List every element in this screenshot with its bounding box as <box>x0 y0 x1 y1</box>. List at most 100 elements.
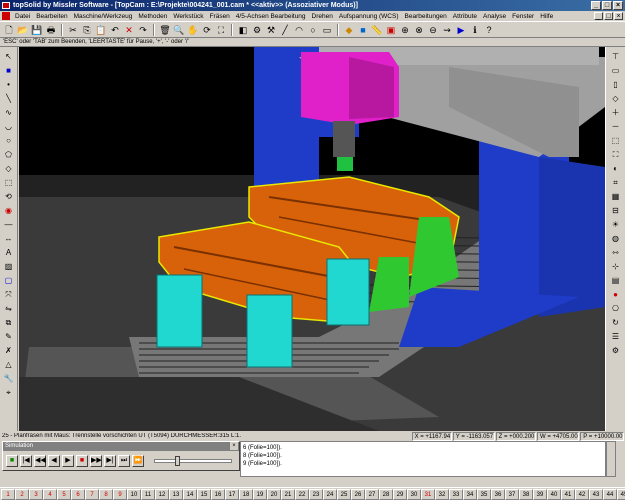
close-button[interactable]: × <box>613 1 623 10</box>
sim-back-button[interactable]: ◀ <box>48 455 60 467</box>
measure-distance-icon[interactable]: ⇿ <box>610 247 622 258</box>
info-icon[interactable]: ℹ <box>469 24 481 36</box>
log-scrollbar[interactable] <box>606 441 616 477</box>
menu-analyse[interactable]: Analyse <box>480 13 509 20</box>
dimension-icon[interactable]: ↔ <box>3 233 15 244</box>
line-icon[interactable]: ╱ <box>279 24 291 36</box>
tab-19[interactable]: 19 <box>253 488 267 500</box>
tab-13[interactable]: 13 <box>169 488 183 500</box>
tab-7[interactable]: 7 <box>85 488 99 500</box>
simulation-close-button[interactable]: × <box>230 442 238 450</box>
zoom-icon[interactable]: 🔍 <box>173 24 185 36</box>
axis-icon[interactable]: ⊹ <box>610 261 622 272</box>
cancel-icon[interactable]: ✕ <box>123 24 135 36</box>
menu-drehen[interactable]: Drehen <box>309 13 336 20</box>
record-icon[interactable]: ● <box>610 289 622 300</box>
delete-tool-icon[interactable]: ✗ <box>3 345 15 356</box>
drill-icon[interactable]: ⊗ <box>413 24 425 36</box>
sim-fast-back-button[interactable]: ◀◀ <box>34 455 46 467</box>
undo-icon[interactable]: ↶ <box>109 24 121 36</box>
tab-15[interactable]: 15 <box>197 488 211 500</box>
polygon-icon[interactable]: ⬠ <box>3 149 15 160</box>
sim-pause-button[interactable]: ■ <box>76 455 88 467</box>
tab-44[interactable]: 44 <box>603 488 617 500</box>
frame-icon[interactable]: ▢ <box>3 275 15 286</box>
zoom-window-icon[interactable]: ⬚ <box>610 135 622 146</box>
copy-icon[interactable]: ⎘ <box>81 24 93 36</box>
view-top-icon[interactable]: ⊤ <box>610 51 622 62</box>
menu-bearbeitungen[interactable]: Bearbeitungen <box>402 13 450 20</box>
doc-restore-button[interactable]: □ <box>604 12 613 20</box>
arc-tool-icon[interactable]: ◡ <box>3 121 15 132</box>
tab-41[interactable]: 41 <box>561 488 575 500</box>
menu-werkstueck[interactable]: Werkstück <box>170 13 206 20</box>
tab-22[interactable]: 22 <box>295 488 309 500</box>
tab-33[interactable]: 33 <box>449 488 463 500</box>
shape-icon[interactable]: ▭ <box>321 24 333 36</box>
cursor-icon[interactable]: ⌖ <box>3 387 15 398</box>
tab-36[interactable]: 36 <box>491 488 505 500</box>
tab-5[interactable]: 5 <box>57 488 71 500</box>
fit-icon[interactable]: ⛶ <box>215 24 227 36</box>
tab-39[interactable]: 39 <box>533 488 547 500</box>
view-side-icon[interactable]: ▯ <box>610 79 622 90</box>
slider-thumb[interactable] <box>175 456 180 466</box>
mill-icon[interactable]: ⊕ <box>399 24 411 36</box>
tab-34[interactable]: 34 <box>463 488 477 500</box>
blue-square-icon[interactable]: ■ <box>3 65 15 76</box>
menu-methoden[interactable]: Methoden <box>135 13 170 20</box>
tab-9[interactable]: 9 <box>113 488 127 500</box>
tab-6[interactable]: 6 <box>71 488 85 500</box>
tab-42[interactable]: 42 <box>575 488 589 500</box>
extrude-icon[interactable]: ⬚ <box>3 177 15 188</box>
tab-10[interactable]: 10 <box>127 488 141 500</box>
minimize-button[interactable]: _ <box>591 1 601 10</box>
tab-20[interactable]: 20 <box>267 488 281 500</box>
menu-maschine-werkzeug[interactable]: Maschine/Werkzeug <box>71 13 136 20</box>
hidden-line-icon[interactable]: ▦ <box>610 191 622 202</box>
mirror-icon[interactable]: ⇋ <box>3 303 15 314</box>
view-iso-icon[interactable]: ◇ <box>610 93 622 104</box>
hatch-icon[interactable]: ▨ <box>3 261 15 272</box>
doc-close-button[interactable]: × <box>614 12 623 20</box>
tab-4[interactable]: 4 <box>43 488 57 500</box>
tab-38[interactable]: 38 <box>519 488 533 500</box>
menu-hilfe[interactable]: Hilfe <box>537 13 556 20</box>
tab-16[interactable]: 16 <box>211 488 225 500</box>
new-file-icon[interactable]: 🗋 <box>3 24 15 36</box>
tab-2[interactable]: 2 <box>15 488 29 500</box>
menu-bearbeiten[interactable]: Bearbeiten <box>33 13 70 20</box>
refresh-icon[interactable]: ↻ <box>610 317 622 328</box>
sim-end-button[interactable]: ▶| <box>104 455 116 467</box>
settings-icon[interactable]: ⚙ <box>610 345 622 356</box>
3d-viewport[interactable] <box>19 47 605 431</box>
machine-icon[interactable]: ▣ <box>385 24 397 36</box>
light-icon[interactable]: ☀ <box>610 219 622 230</box>
print-icon[interactable]: 🖶 <box>45 24 57 36</box>
menu-aufspannung[interactable]: Aufspannung (WCS) <box>336 13 402 20</box>
tab-30[interactable]: 30 <box>407 488 421 500</box>
tab-45[interactable]: 45 <box>617 488 625 500</box>
layers-icon[interactable]: ☰ <box>610 331 622 342</box>
tab-35[interactable]: 35 <box>477 488 491 500</box>
sim-stop-button[interactable]: ■ <box>6 455 18 467</box>
tab-23[interactable]: 23 <box>309 488 323 500</box>
tool-icon[interactable]: ⚒ <box>265 24 277 36</box>
surface-icon[interactable]: ◆ <box>343 24 355 36</box>
sim-skip-button[interactable]: ⏩ <box>132 455 144 467</box>
zoom-out-icon[interactable]: － <box>610 121 622 132</box>
wireframe-icon[interactable]: ⌗ <box>610 177 622 188</box>
text-icon[interactable]: A <box>3 247 15 258</box>
gear-icon[interactable]: ⚙ <box>251 24 263 36</box>
lathe-icon[interactable]: ⊖ <box>427 24 439 36</box>
circle-tool-icon[interactable]: ○ <box>3 135 15 146</box>
tab-43[interactable]: 43 <box>589 488 603 500</box>
point-icon[interactable]: • <box>3 79 15 90</box>
cut-icon[interactable]: ✂ <box>67 24 79 36</box>
menu-datei[interactable]: Datei <box>12 13 33 20</box>
sim-fast-forward-button[interactable]: ▶▶ <box>90 455 102 467</box>
circle-icon[interactable]: ○ <box>307 24 319 36</box>
menu-attribute[interactable]: Attribute <box>450 13 480 20</box>
tab-21[interactable]: 21 <box>281 488 295 500</box>
section-icon[interactable]: ⊟ <box>610 205 622 216</box>
